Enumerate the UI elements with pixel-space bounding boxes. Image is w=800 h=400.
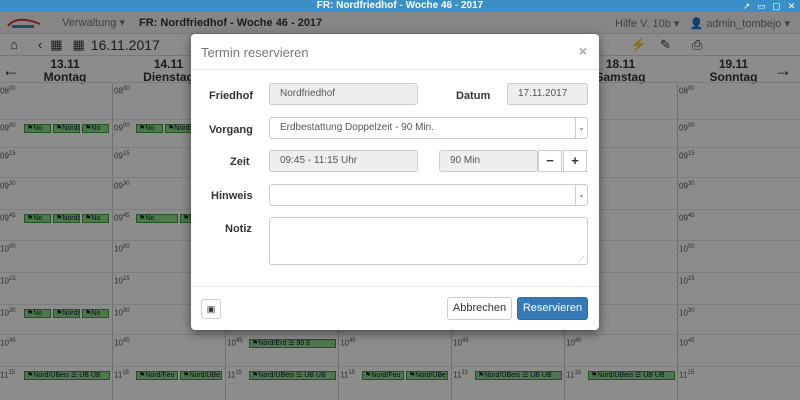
cancel-button[interactable]: Abbrechen: [447, 297, 512, 320]
label-vorgang: Vorgang: [209, 124, 253, 136]
resize-handle-icon[interactable]: ⋰: [578, 255, 585, 263]
hinweis-select[interactable]: ⌄: [269, 184, 588, 206]
notiz-textarea[interactable]: ⋰: [269, 217, 588, 265]
external-link-icon[interactable]: ↗: [742, 0, 751, 12]
minimize-icon[interactable]: ▭: [757, 0, 766, 12]
label-notiz: Notiz: [225, 223, 252, 235]
calendar-icon: ▣: [206, 304, 216, 314]
dialog-footer: ▣ Abbrechen Reservieren: [191, 286, 599, 330]
window-controls: ↗ ▭ ▢ ✕: [742, 0, 796, 12]
vorgang-value: Erdbestattung Doppelzeit - 90 Min.: [280, 122, 434, 133]
chevron-down-icon: ⌄: [575, 118, 587, 138]
calendar-button[interactable]: ▣: [201, 299, 221, 319]
label-datum: Datum: [456, 90, 491, 102]
datum-field: 17.11.2017: [507, 83, 588, 105]
dauer-field: 90 Min: [439, 150, 538, 172]
maximize-icon[interactable]: ▢: [772, 0, 781, 12]
label-hinweis: Hinweis: [211, 190, 253, 202]
reserve-button[interactable]: Reservieren: [517, 297, 588, 320]
window-titlebar: FR: Nordfriedhof - Woche 46 - 2017 ↗ ▭ ▢…: [0, 0, 800, 12]
close-icon[interactable]: ×: [579, 43, 587, 59]
reservation-dialog: Termin reservieren × Friedhof Nordfriedh…: [191, 34, 599, 330]
label-friedhof: Friedhof: [209, 90, 253, 102]
decrease-duration-button[interactable]: −: [538, 150, 562, 172]
zeit-field: 09:45 - 11:15 Uhr: [269, 150, 418, 172]
window-title: FR: Nordfriedhof - Woche 46 - 2017: [316, 0, 484, 11]
dialog-header: Termin reservieren ×: [191, 34, 599, 70]
increase-duration-button[interactable]: +: [563, 150, 587, 172]
close-window-icon[interactable]: ✕: [787, 0, 796, 12]
dialog-title: Termin reservieren: [201, 45, 309, 60]
chevron-down-icon: ⌄: [575, 185, 587, 205]
friedhof-field: Nordfriedhof: [269, 83, 418, 105]
label-zeit: Zeit: [230, 156, 250, 168]
vorgang-select[interactable]: Erdbestattung Doppelzeit - 90 Min. ⌄: [269, 117, 588, 139]
